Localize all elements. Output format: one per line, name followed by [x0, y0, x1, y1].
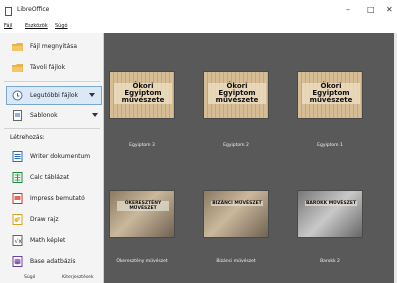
remote-files-label: Távoli fájlok	[30, 64, 66, 71]
open-file-label: Fájl megnyitása	[30, 43, 78, 50]
menu-bar: Fájl Eszközök Súgó	[0, 22, 397, 33]
thumbnail-caption: Egyiptom 2	[223, 143, 249, 148]
minimize-button[interactable]: –	[346, 6, 350, 14]
remote-files-button[interactable]: Távoli fájlok	[0, 59, 104, 77]
writer-icon	[12, 151, 23, 162]
calc-icon	[12, 172, 23, 183]
maximize-button[interactable]: □	[367, 6, 375, 14]
create-draw-button[interactable]: Draw rajz	[0, 211, 104, 229]
impress-icon	[12, 193, 23, 204]
templates-button[interactable]: Sablonok	[0, 107, 104, 125]
template-thumbnail[interactable]: Ókori Egyiptom művészete	[203, 71, 269, 119]
draw-label: Draw rajz	[30, 216, 59, 223]
template-thumbnail[interactable]: BIZÁNCI MŰVÉSZET	[203, 190, 269, 238]
sidebar: Fájl megnyitása Távoli fájlok Legutóbbi …	[0, 33, 104, 283]
impress-label: Impress bemutató	[30, 195, 85, 202]
open-folder-icon	[12, 43, 23, 51]
title-bar: LibreOffice – □ ✕	[0, 0, 397, 22]
template-icon	[13, 110, 22, 121]
chevron-down-icon[interactable]	[89, 93, 95, 97]
recent-files-button[interactable]: Legutóbbi fájlok	[6, 86, 102, 105]
remote-folder-icon	[12, 64, 23, 72]
base-icon	[12, 256, 23, 267]
thumbnail-caption: Ókeresztény művészet	[116, 259, 168, 264]
math-icon: √x	[12, 235, 23, 246]
thumbnail-title: ÓKERESZTÉNY MŰVÉSZET	[117, 201, 169, 211]
help-link[interactable]: Súgó	[24, 275, 35, 280]
svg-text:√x: √x	[15, 238, 23, 245]
close-button[interactable]: ✕	[386, 6, 393, 14]
calc-label: Calc táblázat	[30, 174, 70, 181]
templates-label: Sablonok	[30, 112, 58, 119]
template-gallery: Ókori Egyiptom művészete Egyiptom 3 Ókor…	[104, 33, 394, 283]
template-thumbnail[interactable]: Ókori Egyiptom művészete	[109, 71, 175, 119]
writer-label: Writer dokumentum	[30, 153, 91, 160]
libreoffice-icon	[5, 7, 12, 16]
extensions-link[interactable]: Kiterjesztések	[62, 275, 94, 280]
create-base-button[interactable]: Base adatbázis	[0, 253, 104, 271]
window-title: LibreOffice	[17, 6, 50, 13]
chevron-down-icon[interactable]	[92, 113, 98, 117]
thumbnail-caption: Egyiptom 1	[317, 143, 343, 148]
open-file-button[interactable]: Fájl megnyitása	[0, 38, 104, 56]
thumbnail-title: BAROKK MŰVÉSZET	[305, 201, 357, 206]
draw-icon	[12, 214, 23, 225]
create-math-button[interactable]: √x Math képlet	[0, 232, 104, 250]
libreoffice-start-center: LibreOffice – □ ✕ Fájl Eszközök Súgó Fáj…	[0, 0, 397, 283]
thumbnail-title: BIZÁNCI MŰVÉSZET	[211, 201, 263, 206]
create-writer-button[interactable]: Writer dokumentum	[0, 148, 104, 166]
thumbnail-caption: Egyiptom 3	[129, 143, 155, 148]
create-heading: Létrehozás:	[10, 134, 45, 141]
sidebar-divider	[4, 81, 100, 82]
thumbnail-title: Ókori Egyiptom művészete	[114, 83, 172, 104]
create-calc-button[interactable]: Calc táblázat	[0, 169, 104, 187]
menu-help[interactable]: Súgó	[55, 23, 68, 29]
template-thumbnail[interactable]: Ókori Egyiptom művészete	[297, 71, 363, 119]
template-thumbnail[interactable]: BAROKK MŰVÉSZET	[297, 190, 363, 238]
base-label: Base adatbázis	[30, 258, 76, 265]
sidebar-divider	[4, 128, 100, 129]
recent-files-label: Legutóbbi fájlok	[30, 92, 79, 99]
create-impress-button[interactable]: Impress bemutató	[0, 190, 104, 208]
thumbnail-title: Ókori Egyiptom művészete	[302, 83, 360, 104]
thumbnail-title: Ókori Egyiptom művészete	[208, 83, 266, 104]
thumbnail-caption: Bizánci művészet	[216, 259, 256, 264]
math-label: Math képlet	[30, 237, 66, 244]
thumbnail-caption: Barokk 2	[320, 259, 340, 264]
template-thumbnail[interactable]: ÓKERESZTÉNY MŰVÉSZET	[109, 190, 175, 238]
menu-tools[interactable]: Eszközök	[25, 23, 48, 29]
menu-file[interactable]: Fájl	[4, 23, 12, 29]
clock-icon	[12, 90, 23, 101]
